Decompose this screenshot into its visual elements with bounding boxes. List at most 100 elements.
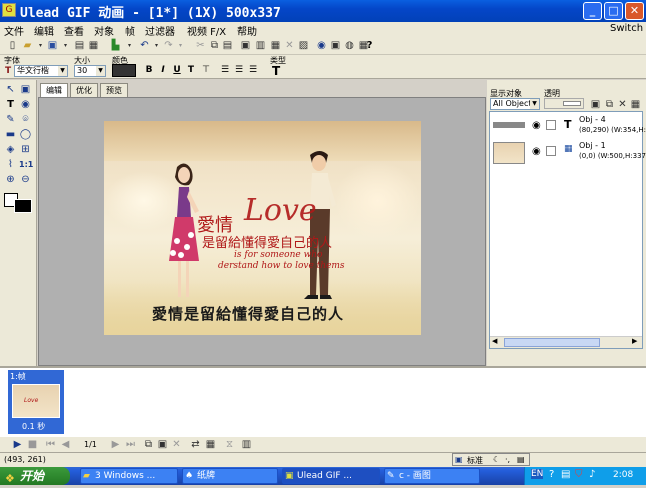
lock-checkbox[interactable] <box>546 146 556 156</box>
menu-edit[interactable]: 编辑 <box>34 23 54 38</box>
taskbar-item-paint[interactable]: ✎ c - 画图 <box>384 468 480 484</box>
prev-frame-icon[interactable]: ◀ <box>60 439 71 450</box>
grid-tool-icon[interactable]: ⊞ <box>19 143 32 156</box>
scroll-thumb[interactable] <box>504 338 600 347</box>
menu-help[interactable]: 帮助 <box>237 23 257 38</box>
chevron-down-icon[interactable]: ▼ <box>96 66 105 76</box>
text-tool-icon[interactable]: T <box>4 98 17 111</box>
transform-tool-icon[interactable]: ◉ <box>19 98 32 111</box>
language-icon[interactable]: EN <box>531 469 543 479</box>
crop-tool-icon[interactable]: ▣ <box>19 83 32 96</box>
delete-icon[interactable]: ✕ <box>284 40 295 51</box>
frame-icon[interactable]: ▥ <box>255 40 266 51</box>
taskbar-item-solitaire[interactable]: ♠ 纸牌 <box>182 468 278 484</box>
text-box-icon[interactable]: ⊤ <box>200 64 212 76</box>
tab-edit[interactable]: 编辑 <box>40 83 68 98</box>
dropdown-arrow-icon[interactable]: ▾ <box>60 40 71 51</box>
horizontal-scrollbar[interactable]: ◀ ▶ <box>490 336 642 348</box>
scroll-right-icon[interactable]: ▶ <box>632 337 637 345</box>
undo-icon[interactable]: ↶ <box>139 40 150 51</box>
text-tool-icon[interactable]: T <box>5 66 11 76</box>
align-center-icon[interactable]: ☰ <box>233 64 245 76</box>
list-item[interactable]: ◉ ▦ Obj - 1 (0,0) (W:500,H:337 <box>490 140 646 166</box>
zoom-in-icon[interactable]: ⊕ <box>4 173 17 186</box>
strike-button[interactable]: T <box>185 64 197 76</box>
add-frame-icon[interactable]: ⧉ <box>143 439 154 450</box>
align-left-icon[interactable]: ☰ <box>219 64 231 76</box>
gif-icon[interactable]: ▦ <box>88 40 99 51</box>
list-item[interactable]: ◉ T Obj - 4 (80,290) (W:354,H: <box>490 114 646 140</box>
tab-preview[interactable]: 预览 <box>100 83 128 97</box>
paste-icon[interactable]: ▤ <box>222 40 233 51</box>
frame-properties-icon[interactable]: ▦ <box>205 439 216 450</box>
lasso-tool-icon[interactable]: ⌾ <box>19 113 32 126</box>
punctuation-icon[interactable]: ·, <box>505 455 510 464</box>
align-right-icon[interactable]: ☰ <box>247 64 259 76</box>
dropdown-arrow-icon[interactable]: ▾ <box>124 40 135 51</box>
app-icon[interactable]: G <box>2 3 16 17</box>
show-objects-combo[interactable]: All Object ▼ <box>490 98 540 110</box>
frame-panel-icon[interactable]: ▥ <box>241 439 252 450</box>
ime-icon[interactable]: ▣ <box>455 455 463 464</box>
help-pointer-icon[interactable]: ? <box>364 40 375 51</box>
duplicate-icon[interactable]: ▣ <box>240 40 251 51</box>
dropdown-arrow-icon[interactable]: ▾ <box>175 40 186 51</box>
italic-button[interactable]: I <box>157 64 169 76</box>
align-icon[interactable]: ▨ <box>298 40 309 51</box>
eraser-tool-icon[interactable]: ▬ <box>4 128 17 141</box>
first-frame-icon[interactable]: ⏮ <box>45 439 56 450</box>
browser-icon[interactable]: ◍ <box>344 40 355 51</box>
text-type-icon[interactable]: T <box>272 64 280 78</box>
stop-icon[interactable]: ■ <box>27 439 38 450</box>
chevron-down-icon[interactable]: ▼ <box>58 66 67 76</box>
last-frame-icon[interactable]: ⏭ <box>125 439 136 450</box>
eyedropper-icon[interactable]: ⌇ <box>4 158 17 171</box>
tween-icon[interactable]: ⧖ <box>224 439 235 450</box>
menu-object[interactable]: 对象 <box>94 23 114 38</box>
redo-icon[interactable]: ↷ <box>163 40 174 51</box>
copy-icon[interactable]: ⧉ <box>209 40 220 51</box>
pick-tool-icon[interactable]: ↖ <box>4 83 17 96</box>
cut-icon[interactable]: ✂ <box>195 40 206 51</box>
network-icon[interactable]: ▤ <box>561 469 570 480</box>
object-properties-icon[interactable]: ▦ <box>630 99 641 110</box>
help-icon[interactable]: ? <box>549 469 554 480</box>
eye-icon[interactable]: ◉ <box>532 120 541 131</box>
tab-optimize[interactable]: 优化 <box>70 83 98 97</box>
menu-filter[interactable]: 过滤器 <box>145 23 175 38</box>
chevron-down-icon[interactable]: ▼ <box>530 99 539 109</box>
fill-tool-icon[interactable]: ◈ <box>4 143 17 156</box>
taskbar-item-ulead[interactable]: ▣ Ulead GIF ... <box>282 468 380 484</box>
underline-button[interactable]: U <box>171 64 183 76</box>
font-combo[interactable]: 华文行楷 ▼ <box>14 65 68 77</box>
play-icon[interactable]: ▶ <box>12 439 23 450</box>
foreground-color-swatch[interactable] <box>14 199 32 213</box>
zoom-out-icon[interactable]: ⊖ <box>19 173 32 186</box>
dropdown-arrow-icon[interactable]: ▾ <box>151 40 162 51</box>
maximize-button[interactable]: □ <box>604 2 623 20</box>
properties-icon[interactable]: ▦ <box>270 40 281 51</box>
scroll-left-icon[interactable]: ◀ <box>492 337 497 345</box>
menu-frame[interactable]: 帧 <box>125 23 135 38</box>
new-file-icon[interactable]: ▯ <box>7 40 18 51</box>
reverse-frames-icon[interactable]: ⇄ <box>190 439 201 450</box>
taskbar-item-windows[interactable]: ▰ 3 Windows ... <box>80 468 178 484</box>
duplicate-object-icon[interactable]: ⧉ <box>604 99 615 110</box>
menu-video-fx[interactable]: 视频 F/X <box>187 23 226 38</box>
menu-view[interactable]: 查看 <box>64 23 84 38</box>
import-icon[interactable]: ▙ <box>110 40 121 51</box>
brush-tool-icon[interactable]: ✎ <box>4 113 17 126</box>
open-folder-icon[interactable]: ▰ <box>22 40 33 51</box>
volume-icon[interactable]: ♪ <box>589 469 595 480</box>
optimize-icon[interactable]: ◉ <box>316 40 327 51</box>
duplicate-frame-icon[interactable]: ▣ <box>157 439 168 450</box>
bold-button[interactable]: B <box>143 64 155 76</box>
ime-toolbar[interactable]: ▣ 标准 ☾ ·, ▤ <box>452 453 530 466</box>
new-object-icon[interactable]: ▣ <box>590 99 601 110</box>
save-icon[interactable]: ▣ <box>47 40 58 51</box>
frame-thumbnail-selected[interactable]: 1:帧 Love 0.1 秒 <box>8 370 64 434</box>
dropdown-arrow-icon[interactable]: ▾ <box>35 40 46 51</box>
delete-frame-icon[interactable]: ✕ <box>171 439 182 450</box>
preview-icon[interactable]: ▣ <box>330 40 341 51</box>
lock-checkbox[interactable] <box>546 120 556 130</box>
